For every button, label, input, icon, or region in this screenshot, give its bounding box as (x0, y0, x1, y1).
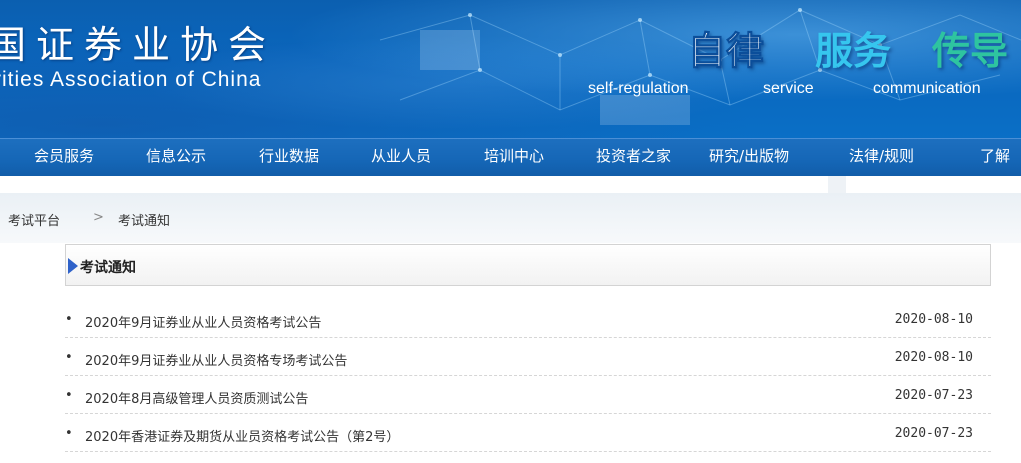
list-item: • 2020年9月证券业从业人员资格专场考试公告 2020-08-10 (65, 338, 991, 376)
nav-item-laws-rules[interactable]: 法律/规则 (849, 145, 914, 166)
sub-nav-bar (0, 176, 1021, 193)
bullet-icon: • (65, 350, 73, 365)
nav-item-about[interactable]: 了解 (980, 145, 1010, 166)
triangle-marker-icon (68, 258, 78, 274)
slogan-self-regulation-cn: 自律 (687, 29, 765, 74)
panel-title: 考试通知 (80, 260, 136, 276)
nav-item-research-publications[interactable]: 研究/出版物 (709, 145, 789, 166)
nav-item-investor-home[interactable]: 投资者之家 (596, 145, 671, 166)
slogan-service-en: service (763, 80, 814, 97)
site-banner: 国证券业协会 rities Association of China 自律 服务… (0, 0, 1021, 138)
slogan-communication-cn: 传导 (932, 29, 1009, 73)
list-item: • 2020年9月证券业从业人员资格考试公告 2020-08-10 (65, 300, 991, 338)
notice-title-link[interactable]: 2020年香港证券及期货从业员资格考试公告（第2号） (85, 426, 399, 445)
breadcrumb-exam-platform[interactable]: 考试平台 (8, 210, 60, 229)
sub-nav-tab-stub (828, 176, 846, 193)
notice-title-link[interactable]: 2020年8月高级管理人员资质测试公告 (85, 388, 308, 407)
notice-date: 2020-07-23 (894, 426, 973, 441)
notice-title-link[interactable]: 2020年9月证券业从业人员资格考试公告 (85, 312, 321, 331)
main-nav: 会员服务 信息公示 行业数据 从业人员 培训中心 投资者之家 研究/出版物 法律… (0, 138, 1021, 177)
logo-english-name: rities Association of China (0, 68, 262, 91)
bullet-icon: • (65, 312, 73, 327)
notice-date: 2020-07-23 (894, 388, 973, 403)
nav-item-training-center[interactable]: 培训中心 (484, 145, 544, 166)
list-item: • 2020年香港证券及期货从业员资格考试公告（第2号） 2020-07-23 (65, 414, 991, 452)
notices-panel-header: 考试通知 (65, 244, 991, 286)
nav-item-practitioners[interactable]: 从业人员 (371, 145, 431, 166)
nav-item-info-disclosure[interactable]: 信息公示 (146, 145, 206, 166)
breadcrumb: 考试平台 > 考试通知 (0, 193, 1021, 243)
notice-list: • 2020年9月证券业从业人员资格考试公告 2020-08-10 • 2020… (65, 300, 991, 452)
slogan-communication-en: communication (873, 80, 981, 97)
logo-chinese-name: 国证券业协会 (0, 23, 277, 67)
notice-date: 2020-08-10 (894, 350, 973, 365)
notice-title-link[interactable]: 2020年9月证券业从业人员资格专场考试公告 (85, 350, 347, 369)
breadcrumb-separator: > (93, 210, 104, 225)
slogan-self-regulation-en: self-regulation (588, 80, 689, 97)
breadcrumb-exam-notices: 考试通知 (118, 214, 171, 229)
slogan-service-cn: 服务 (815, 29, 892, 73)
nav-item-member-services[interactable]: 会员服务 (34, 145, 94, 166)
nav-item-industry-data[interactable]: 行业数据 (259, 145, 319, 166)
bullet-icon: • (65, 388, 73, 403)
notice-date: 2020-08-10 (894, 312, 973, 327)
bullet-icon: • (65, 426, 73, 441)
list-item: • 2020年8月高级管理人员资质测试公告 2020-07-23 (65, 376, 991, 414)
